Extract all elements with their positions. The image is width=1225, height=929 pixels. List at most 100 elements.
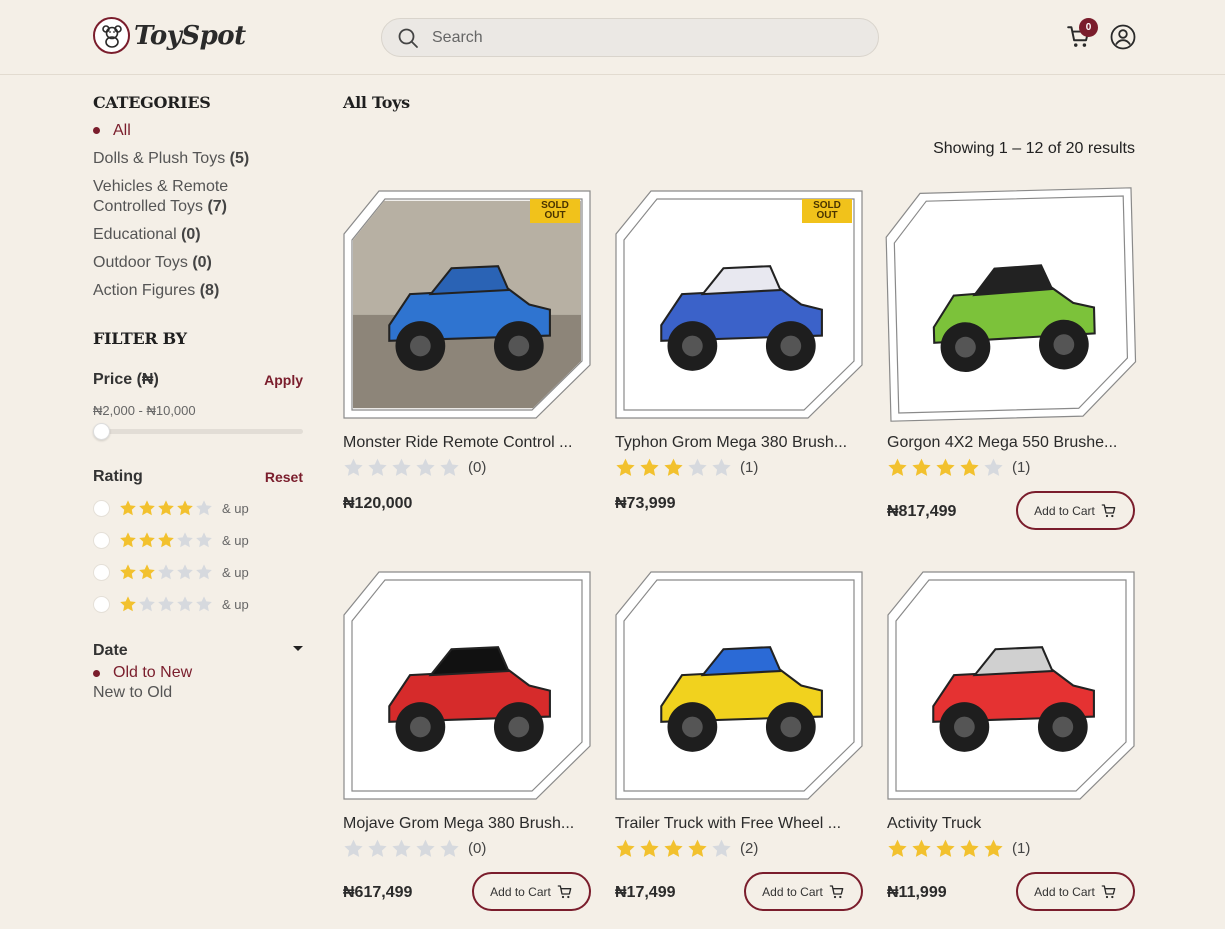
product-card-image-frame[interactable] <box>343 571 591 801</box>
review-count: (0) <box>468 459 487 476</box>
product-card-image-frame[interactable] <box>615 190 863 420</box>
star-empty-icon <box>416 458 435 476</box>
star-filled-icon <box>912 458 931 476</box>
star-filled-icon <box>888 839 907 857</box>
product-name[interactable]: Activity Truck <box>887 815 1135 833</box>
user-account-icon[interactable] <box>1110 24 1136 50</box>
cart-icon <box>829 884 844 898</box>
add-to-cart-label: Add to Cart <box>490 884 551 899</box>
product-price: ₦11,999 <box>887 884 947 901</box>
product-name[interactable]: Gorgon 4X2 Mega 550 Brushe... <box>887 434 1135 452</box>
search-icon <box>398 28 418 48</box>
add-to-cart-button[interactable]: Add to Cart <box>744 872 863 911</box>
star-empty-icon <box>177 564 193 580</box>
star-empty-icon <box>177 532 193 548</box>
add-to-cart-label: Add to Cart <box>1034 503 1095 518</box>
star-empty-icon <box>344 458 363 476</box>
product-card-image-frame[interactable] <box>884 187 1138 423</box>
rating-option-1[interactable]: & up <box>93 595 249 613</box>
add-to-cart-button[interactable]: Add to Cart <box>1016 872 1135 911</box>
star-empty-icon <box>392 839 411 857</box>
category-item-educational[interactable]: Educational (0) <box>93 225 293 245</box>
product-name[interactable]: Monster Ride Remote Control ... <box>343 434 591 452</box>
star-filled-icon <box>177 500 193 516</box>
product-image[interactable] <box>353 200 581 409</box>
star-empty-icon <box>139 596 155 612</box>
product-name[interactable]: Trailer Truck with Free Wheel ... <box>615 815 863 833</box>
rating-option-4[interactable]: & up <box>93 499 249 517</box>
sold-out-badge: SOLD OUT <box>530 199 580 223</box>
rating-radio[interactable] <box>93 531 110 549</box>
header: ToySpot 0 <box>0 0 1225 75</box>
category-item-action-figures[interactable]: Action Figures (8) <box>93 281 293 301</box>
product-image[interactable] <box>897 581 1125 790</box>
star-empty-icon <box>196 500 212 516</box>
star-empty-icon <box>368 839 387 857</box>
product-rating: (0) <box>343 838 486 859</box>
chevron-down-icon[interactable] <box>293 646 303 651</box>
rating-suffix: & up <box>222 500 249 516</box>
product-name[interactable]: Typhon Grom Mega 380 Brush... <box>615 434 863 452</box>
star-filled-icon <box>960 458 979 476</box>
filter-heading: FILTER BY <box>93 329 187 348</box>
brand-logo[interactable]: ToySpot <box>93 17 246 54</box>
star-filled-icon <box>120 532 136 548</box>
star-filled-icon <box>888 458 907 476</box>
cart-icon <box>1101 884 1116 898</box>
categories-heading: CATEGORIES <box>93 93 211 112</box>
star-filled-icon <box>640 458 659 476</box>
review-count: (1) <box>1012 459 1031 476</box>
star-empty-icon <box>158 596 174 612</box>
apply-price-button[interactable]: Apply <box>264 372 303 388</box>
product-card-image-frame[interactable] <box>887 571 1135 801</box>
product-name[interactable]: Mojave Grom Mega 380 Brush... <box>343 815 591 833</box>
add-to-cart-button[interactable]: Add to Cart <box>472 872 591 911</box>
star-empty-icon <box>368 458 387 476</box>
add-to-cart-label: Add to Cart <box>1034 884 1095 899</box>
price-slider-track[interactable] <box>93 429 303 434</box>
product-rating: (1) <box>887 838 1030 859</box>
cart-icon <box>557 884 572 898</box>
star-filled-icon <box>912 839 931 857</box>
results-count: Showing 1 – 12 of 20 results <box>933 140 1135 157</box>
star-empty-icon <box>196 532 212 548</box>
cart-icon <box>1101 503 1116 517</box>
product-image[interactable] <box>625 200 853 409</box>
star-filled-icon <box>120 596 136 612</box>
add-to-cart-label: Add to Cart <box>762 884 823 899</box>
sold-out-badge: SOLD OUT <box>802 199 852 223</box>
product-image[interactable] <box>625 581 853 790</box>
rating-radio[interactable] <box>93 499 110 517</box>
star-filled-icon <box>936 839 955 857</box>
category-item-dolls-plush[interactable]: Dolls & Plush Toys (5) <box>93 149 293 169</box>
product-price: ₦817,499 <box>887 503 957 520</box>
star-empty-icon <box>416 839 435 857</box>
product-image[interactable] <box>353 581 581 790</box>
rating-option-3[interactable]: & up <box>93 531 249 549</box>
price-slider-handle[interactable] <box>93 423 110 440</box>
star-filled-icon <box>120 500 136 516</box>
search-bar[interactable] <box>381 18 879 57</box>
star-filled-icon <box>139 532 155 548</box>
reset-rating-button[interactable]: Reset <box>265 469 303 485</box>
product-price: ₦17,499 <box>615 884 676 901</box>
add-to-cart-button[interactable]: Add to Cart <box>1016 491 1135 530</box>
category-item-vehicles[interactable]: Vehicles & Remote Controlled Toys (7) <box>93 177 293 217</box>
category-item-outdoor[interactable]: Outdoor Toys (0) <box>93 253 293 273</box>
rating-suffix: & up <box>222 532 249 548</box>
star-filled-icon <box>664 839 683 857</box>
rating-filter-label: Rating <box>93 468 143 485</box>
search-input[interactable] <box>432 28 852 47</box>
rating-option-2[interactable]: & up <box>93 563 249 581</box>
star-empty-icon <box>392 458 411 476</box>
category-item-all[interactable]: All <box>93 121 293 141</box>
date-option-old-to-new[interactable]: Old to New <box>93 664 192 682</box>
date-option-new-to-old[interactable]: New to Old <box>93 684 172 702</box>
product-image[interactable] <box>894 197 1127 412</box>
product-card-image-frame[interactable] <box>343 190 591 420</box>
rating-suffix: & up <box>222 596 249 612</box>
product-card-image-frame[interactable] <box>615 571 863 801</box>
rating-radio[interactable] <box>93 563 110 581</box>
product-price: ₦73,999 <box>615 495 676 512</box>
rating-radio[interactable] <box>93 595 110 613</box>
